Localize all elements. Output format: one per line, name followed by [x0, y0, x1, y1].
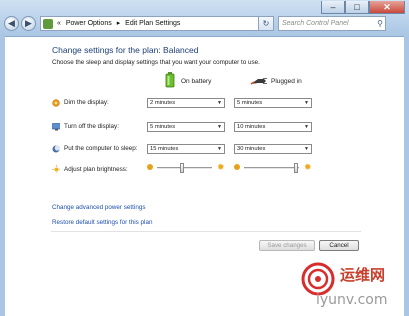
sleep-battery-value: 15 minutes: [150, 146, 179, 152]
column-on-battery: On battery: [181, 78, 212, 85]
dim-display-battery-select[interactable]: 2 minutes ▼: [147, 98, 225, 108]
page-subtitle: Choose the sleep and display settings th…: [52, 59, 260, 66]
control-panel-icon: [43, 19, 53, 29]
chevron-down-icon: ▼: [217, 100, 222, 106]
slider-track: [244, 167, 299, 169]
watermark-chinese-text: 运维网: [340, 266, 386, 284]
back-arrow-icon: ◀: [8, 18, 15, 28]
monitor-icon: [52, 123, 60, 131]
chevron-down-icon: ▼: [304, 146, 309, 152]
bright-sun-icon: ✹: [217, 162, 225, 172]
brightness-plugged-slider[interactable]: ✹: [234, 162, 314, 173]
slider-track: [157, 167, 212, 169]
sleep-battery-select[interactable]: 15 minutes ▼: [147, 144, 225, 154]
brightness-label: Adjust plan brightness:: [64, 166, 128, 173]
chevron-down-icon: ▼: [304, 100, 309, 106]
page-title: Change settings for the plan: Balanced: [52, 45, 199, 55]
address-bar[interactable]: « Power Options ▸ Edit Plan Settings ▾: [40, 16, 271, 31]
turn-off-display-plugged-select[interactable]: 10 minutes ▼: [234, 122, 312, 132]
turn-off-display-plugged-value: 10 minutes: [237, 124, 266, 130]
dim-display-plugged-select[interactable]: 5 minutes ▼: [234, 98, 312, 108]
sleep-moon-icon: [52, 145, 60, 153]
divider: [51, 231, 361, 232]
dim-display-battery-value: 2 minutes: [150, 100, 176, 106]
window-controls: – □ ✕: [321, 1, 405, 15]
plug-icon: [250, 78, 267, 85]
battery-icon: [165, 72, 175, 88]
bright-sun-icon: ✹: [304, 162, 312, 172]
slider-thumb[interactable]: [294, 163, 299, 173]
cancel-button[interactable]: Cancel: [319, 240, 359, 251]
sleep-plugged-value: 30 minutes: [237, 146, 266, 152]
search-icon: ⚲: [377, 19, 383, 28]
turn-off-display-label: Turn off the display:: [64, 123, 119, 130]
forward-button[interactable]: ▶: [21, 16, 36, 31]
maximize-button[interactable]: □: [345, 1, 369, 14]
dim-sun-icon: [147, 164, 153, 170]
minimize-button[interactable]: –: [321, 1, 345, 14]
breadcrumb-edit-plan-settings[interactable]: Edit Plan Settings: [125, 17, 180, 30]
chevron-down-icon: ▼: [217, 124, 222, 130]
turn-off-display-battery-select[interactable]: 5 minutes ▼: [147, 122, 225, 132]
watermark-logo: [301, 262, 335, 296]
restore-defaults-link[interactable]: Restore default settings for this plan: [52, 219, 152, 226]
watermark: 运维网 iyunv.com: [300, 262, 404, 312]
forward-arrow-icon: ▶: [25, 18, 32, 28]
sleep-label: Put the computer to sleep:: [64, 145, 138, 152]
dim-display-icon: [52, 99, 60, 107]
close-button[interactable]: ✕: [369, 1, 405, 14]
chevron-down-icon: ▼: [304, 124, 309, 130]
save-changes-button[interactable]: Save changes: [259, 240, 315, 251]
brightness-battery-slider[interactable]: ✹: [147, 162, 227, 173]
breadcrumb-separator: ▸: [116, 20, 121, 27]
breadcrumb-separator: «: [56, 20, 61, 27]
advanced-settings-link[interactable]: Change advanced power settings: [52, 204, 145, 211]
dim-sun-icon: [234, 164, 240, 170]
window-frame-right: [404, 36, 409, 316]
back-button[interactable]: ◀: [4, 16, 19, 31]
brightness-sun-icon: [52, 165, 60, 173]
column-plugged-in: Plugged in: [271, 78, 302, 85]
refresh-button[interactable]: ↻: [258, 16, 274, 31]
search-input[interactable]: Search Control Panel ⚲: [278, 16, 386, 31]
chevron-down-icon: ▼: [217, 146, 222, 152]
watermark-url-text: iyunv.com: [316, 292, 388, 308]
dim-display-plugged-value: 5 minutes: [237, 100, 263, 106]
sleep-plugged-select[interactable]: 30 minutes ▼: [234, 144, 312, 154]
refresh-icon: ↻: [262, 19, 270, 28]
search-placeholder: Search Control Panel: [282, 20, 349, 27]
turn-off-display-battery-value: 5 minutes: [150, 124, 176, 130]
dim-display-label: Dim the display:: [64, 99, 109, 106]
slider-thumb[interactable]: [179, 163, 184, 173]
breadcrumb-power-options[interactable]: Power Options: [66, 17, 112, 30]
window-titlebar: – □ ✕ ◀ ▶ « Power Options ▸ Edit Plan Se…: [0, 0, 409, 37]
